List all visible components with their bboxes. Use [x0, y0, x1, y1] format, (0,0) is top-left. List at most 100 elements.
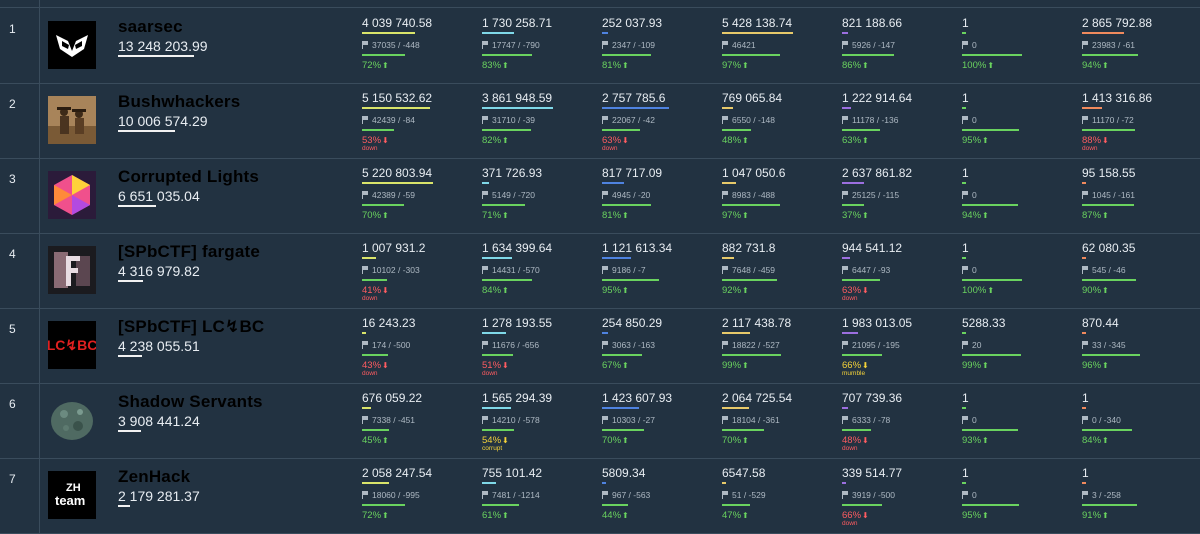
service-sla: 100%⬆ [962, 60, 994, 71]
service-flags: 46421 [722, 40, 756, 50]
team-score: 2 179 281.37 [118, 488, 200, 504]
arrow-up-icon: ⬆ [622, 436, 629, 445]
service-sla: 44%⬆ [602, 510, 629, 521]
service-flags-count: 18822 / -527 [732, 340, 780, 350]
service-flags-count: 14210 / -578 [492, 415, 540, 425]
service-cell: 10 / -340 84%⬆ [1082, 391, 1200, 455]
service-cell: 1 983 013.05 21095 / -195 66%⬇ mumble [842, 316, 960, 380]
arrow-up-icon: ⬆ [742, 136, 749, 145]
service-points-bar [1082, 32, 1124, 34]
service-points-bar [842, 257, 850, 259]
team-score-bar [118, 130, 175, 132]
service-sla-bar [722, 279, 777, 281]
service-sla-bar [362, 354, 388, 356]
service-sla-percent: 70% [362, 210, 382, 221]
arrow-up-icon: ⬆ [382, 511, 389, 520]
service-flags: 8983 / -488 [722, 190, 775, 200]
service-flags-count: 20 [972, 340, 982, 350]
service-points-bar [1082, 407, 1086, 409]
service-points: 1 [962, 241, 969, 255]
service-cell: 1 0 93%⬆ [962, 391, 1080, 455]
service-sla-bar [1082, 504, 1137, 506]
service-sla-bar [482, 429, 514, 431]
service-cell: 3 861 948.59 31710 / -39 82%⬆ [482, 91, 600, 155]
service-sla-bar [842, 204, 864, 206]
service-flags-count: 31710 / -39 [492, 115, 536, 125]
service-sla-percent: 95% [962, 135, 982, 146]
service-flags-count: 4945 / -20 [612, 190, 651, 200]
service-cell: 2 117 438.78 18822 / -527 99%⬆ [722, 316, 840, 380]
team-rank: 3 [9, 172, 16, 186]
service-sla: 93%⬆ [962, 435, 989, 446]
service-sla-bar [602, 54, 651, 56]
service-flags-count: 42439 / -84 [372, 115, 416, 125]
team-row[interactable]: 7 ZH team ZenHack 2 179 281.37 2 058 247.54 18… [0, 458, 1200, 534]
team-score-bar [118, 505, 130, 507]
team-row[interactable]: 5 LC↯BC [SPbCTF] LC↯BC 4 238 055.51 16 243.2… [0, 308, 1200, 384]
service-sla-percent: 72% [362, 510, 382, 521]
service-flags: 14431 / -570 [482, 265, 540, 275]
service-flags-count: 5149 / -720 [492, 190, 536, 200]
flag-icon [602, 41, 609, 49]
service-flags: 4945 / -20 [602, 190, 650, 200]
service-flags: 11170 / -72 [1082, 115, 1134, 125]
service-sla: 84%⬆ [1082, 435, 1109, 446]
team-score: 3 908 441.24 [118, 413, 200, 429]
service-flags: 5149 / -720 [482, 190, 535, 200]
service-points-bar [722, 332, 750, 334]
arrow-up-icon: ⬆ [1102, 286, 1109, 295]
team-name: saarsec [118, 17, 183, 36]
service-flags: 37035 / -448 [362, 40, 420, 50]
service-points: 6547.58 [722, 466, 766, 480]
arrow-down-icon: ⬇ [382, 286, 389, 295]
service-sla-percent: 100% [962, 285, 987, 296]
team-rank: 5 [9, 322, 16, 336]
service-sla: 61%⬆ [482, 510, 509, 521]
team-row[interactable]: 1 saarsec 13 248 203.99 4 039 740.58 37035 /… [0, 8, 1200, 84]
flag-icon [482, 41, 489, 49]
service-cell: 1 634 399.64 14431 / -570 84%⬆ [482, 241, 600, 305]
flag-icon [962, 491, 969, 499]
cowboys-photo-logo [48, 96, 96, 144]
service-sla: 72%⬆ [362, 510, 389, 521]
service-points-bar [482, 107, 553, 109]
arrow-down-icon: ⬇ [862, 361, 869, 370]
team-rank: 4 [9, 247, 16, 261]
service-points: 870.44 [1082, 316, 1119, 330]
service-points-bar [962, 32, 966, 34]
flag-icon [842, 116, 849, 124]
service-points-bar [482, 182, 489, 184]
service-flags: 10102 / -303 [362, 265, 420, 275]
service-flags-count: 25125 / -115 [852, 190, 900, 200]
service-sla: 70%⬆ [602, 435, 629, 446]
service-sla: 92%⬆ [722, 285, 749, 296]
service-sla-bar [602, 279, 659, 281]
service-points: 1 [962, 466, 969, 480]
service-sla-percent: 99% [962, 360, 982, 371]
service-flags-count: 6550 / -148 [732, 115, 776, 125]
stone-globe-logo [48, 396, 96, 444]
arrow-up-icon: ⬆ [987, 61, 995, 70]
service-flags-count: 967 / -563 [612, 490, 651, 500]
service-flags: 0 [962, 190, 977, 200]
service-points: 5 150 532.62 [362, 91, 433, 105]
team-row[interactable]: 2 Bushwhackers 10 006 574.29 5 150 532.62 42… [0, 83, 1200, 159]
service-sla-percent: 95% [602, 285, 622, 296]
arrow-up-icon: ⬆ [502, 286, 509, 295]
service-flags: 11676 / -656 [482, 340, 539, 350]
service-status: down [482, 370, 498, 377]
flag-icon [1082, 116, 1089, 124]
flag-icon [842, 191, 849, 199]
service-points: 1 [1082, 466, 1089, 480]
service-points: 1 423 607.93 [602, 391, 673, 405]
service-sla: 96%⬆ [1082, 360, 1109, 371]
service-flags-count: 0 [972, 265, 977, 275]
arrow-up-icon: ⬆ [742, 61, 749, 70]
service-status: down [362, 370, 378, 377]
team-row[interactable]: 4 [SPbCTF] fargate 4 316 979.82 1 007 931.2… [0, 233, 1200, 309]
team-row[interactable]: 3 Corrupted Lights 6 651 035.04 5 220 803.9… [0, 158, 1200, 234]
service-sla: 72%⬆ [362, 60, 389, 71]
team-row[interactable]: 6 Shadow Servants 3 908 441.24 676 059.22 73… [0, 383, 1200, 459]
service-points: 3 861 948.59 [482, 91, 553, 105]
service-points-bar [482, 407, 511, 409]
